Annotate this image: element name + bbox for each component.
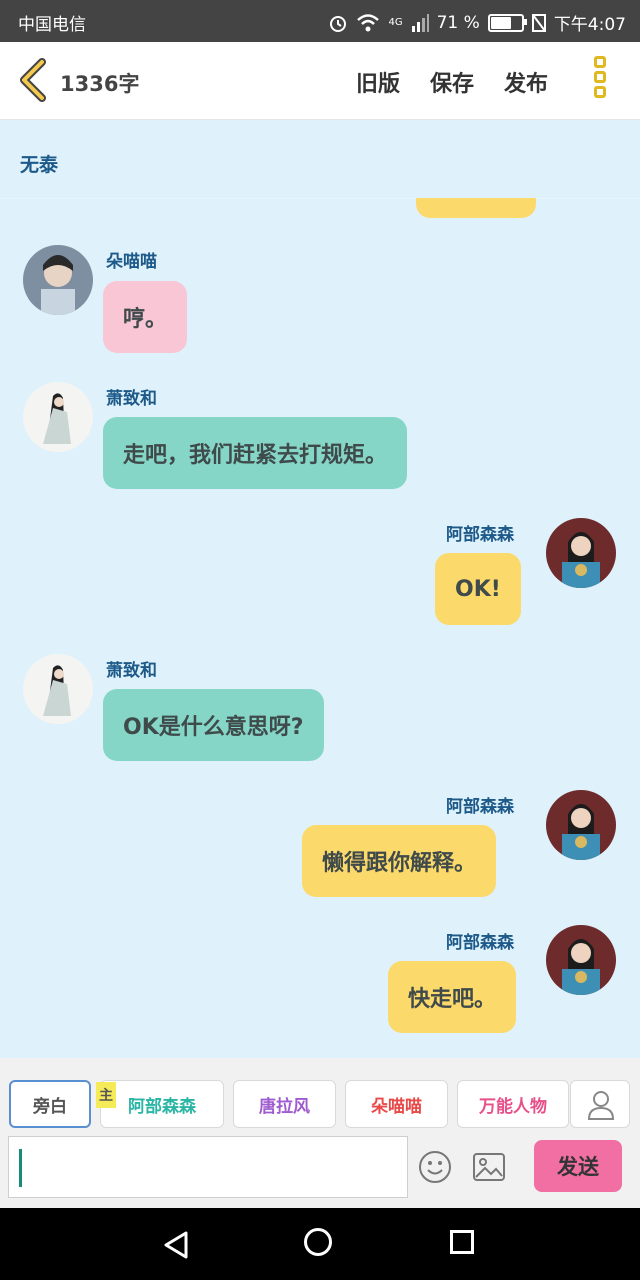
message-bubble[interactable]: 快走吧。 — [388, 961, 517, 1033]
sender-name: 萧致和 — [106, 661, 157, 681]
nav-recents-icon[interactable] — [450, 1230, 474, 1254]
sender-name: 阿部森森 — [446, 525, 514, 545]
word-count: 1336字 — [60, 72, 140, 96]
send-button[interactable]: 发送 — [534, 1140, 622, 1192]
signal-icon — [411, 13, 429, 32]
alarm-icon — [330, 15, 347, 32]
sender-name: 阿部森森 — [446, 797, 514, 817]
message-bubble-partial — [416, 198, 536, 218]
no-sim-icon — [531, 13, 546, 32]
old-version-button[interactable]: 旧版 — [356, 66, 400, 98]
save-button[interactable]: 保存 — [430, 66, 474, 98]
message-bubble[interactable]: 懒得跟你解释。 — [302, 825, 497, 897]
avatar[interactable] — [546, 790, 616, 860]
message-bubble[interactable]: 走吧，我们赶紧去打规矩。 — [103, 417, 408, 489]
clock: 下午4:07 — [553, 15, 626, 35]
carrier-label: 中国电信 — [18, 15, 86, 35]
avatar[interactable] — [23, 245, 93, 315]
character-chip[interactable]: 阿部森森 — [100, 1080, 224, 1128]
avatar[interactable] — [23, 382, 93, 452]
status-bar: 中国电信 4G 71 % 下午4:07 — [0, 0, 640, 42]
wifi-icon — [357, 13, 380, 31]
nav-back-icon[interactable] — [162, 1230, 192, 1260]
message-bubble[interactable]: OK是什么意思呀? — [103, 689, 324, 761]
network-type: 4G — [388, 17, 403, 28]
more-menu-icon[interactable] — [594, 56, 614, 106]
composer: 旁白 阿部森森 主 唐拉风 朵喵喵 万能人物 发送 — [0, 1058, 640, 1208]
message-bubble[interactable]: 哼。 — [103, 281, 188, 353]
publish-button[interactable]: 发布 — [504, 66, 548, 98]
chat-area[interactable]: 无泰 朵喵喵 哼。 萧致和 走吧，我们赶紧去打规矩。 阿部森森 OK! 萧致和 … — [0, 120, 640, 1058]
character-chip[interactable]: 旁白 — [9, 1080, 91, 1128]
system-nav-bar — [0, 1208, 640, 1280]
nav-home-icon[interactable] — [304, 1228, 332, 1256]
emoji-icon[interactable] — [418, 1150, 452, 1184]
text-caret — [19, 1149, 22, 1187]
scene-label: 无泰 — [20, 154, 59, 176]
avatar[interactable] — [546, 518, 616, 588]
message-input[interactable] — [8, 1136, 408, 1198]
character-chip[interactable]: 万能人物 — [457, 1080, 569, 1128]
sender-name: 萧致和 — [106, 389, 157, 409]
character-chip[interactable]: 朵喵喵 — [345, 1080, 448, 1128]
character-chip[interactable]: 唐拉风 — [233, 1080, 336, 1128]
image-icon[interactable] — [472, 1152, 506, 1182]
main-character-badge: 主 — [96, 1082, 116, 1108]
message-bubble[interactable]: OK! — [435, 553, 521, 625]
divider — [0, 198, 640, 199]
sender-name: 朵喵喵 — [106, 252, 157, 272]
person-icon — [587, 1091, 615, 1120]
battery-icon — [487, 13, 527, 32]
avatar[interactable] — [546, 925, 616, 995]
editor-header: 1336字 旧版 保存 发布 — [0, 42, 640, 120]
character-manage-button[interactable] — [570, 1080, 630, 1128]
sender-name: 阿部森森 — [446, 933, 514, 953]
back-icon[interactable] — [14, 56, 54, 104]
avatar[interactable] — [23, 654, 93, 724]
battery-percent: 71 % — [436, 12, 480, 33]
